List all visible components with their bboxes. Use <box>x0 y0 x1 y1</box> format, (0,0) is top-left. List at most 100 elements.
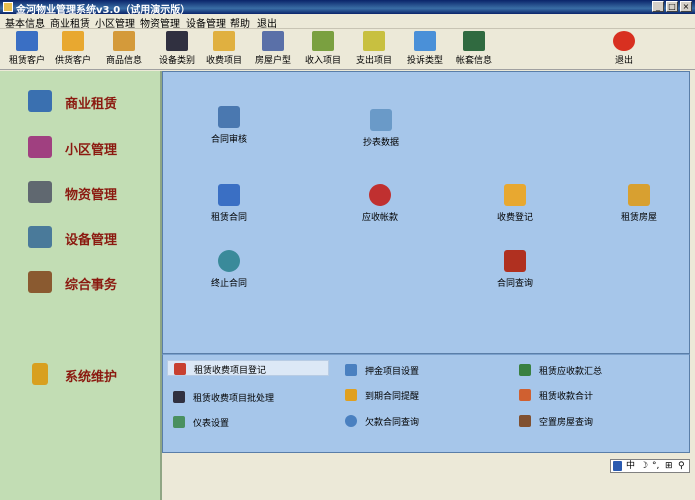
item-label: 租赁房屋 <box>620 213 657 223</box>
link-label: 到期合同提醒 <box>365 392 420 402</box>
tool-expense-item[interactable]: 支出项目 <box>349 30 399 68</box>
receivable-summary-icon <box>519 364 531 376</box>
meter-data-item[interactable]: 抄表数据 <box>336 109 426 148</box>
tool-tenant-client[interactable]: 租赁客户 <box>2 30 52 68</box>
sidebar-item-materials[interactable]: 物资管理 <box>28 179 158 205</box>
receivables-icon <box>369 184 391 206</box>
sidebar-item-label: 设备管理 <box>65 233 118 248</box>
tool-label: 投诉类型 <box>406 56 443 66</box>
link-label: 空置房屋查询 <box>539 418 594 428</box>
ime-menu-icon[interactable]: ⚲ <box>678 460 685 472</box>
menu-exit[interactable]: 退出 <box>257 15 277 30</box>
lease-house-item[interactable]: 租赁房屋 <box>594 184 684 223</box>
item-label: 合同审核 <box>210 135 247 145</box>
lease-house-icon <box>628 184 650 206</box>
item-label: 终止合同 <box>210 279 247 289</box>
terminate-contract-icon <box>218 250 240 272</box>
collection-total-icon <box>519 389 531 401</box>
quick-links-panel: 租赁收费项目登记 押金项目设置 租赁应收款汇总 租赁收费项目批处理 到期合同提醒… <box>162 354 690 453</box>
menu-materials[interactable]: 物资管理 <box>140 15 180 30</box>
sidebar-item-label: 商业租赁 <box>65 97 118 112</box>
sidebar-item-label: 物资管理 <box>65 188 118 203</box>
ime-chinese-mode[interactable]: 中 <box>626 460 635 472</box>
menu-help[interactable]: 帮助 <box>230 15 250 30</box>
ime-halfwidth-icon[interactable]: ☽ <box>640 460 648 472</box>
materials-icon <box>28 181 52 203</box>
menu-basic-info[interactable]: 基本信息 <box>5 15 45 30</box>
tool-complaint-type[interactable]: 投诉类型 <box>400 30 450 68</box>
sidebar-item-general-affairs[interactable]: 综合事务 <box>28 269 158 295</box>
house-type-icon <box>262 31 284 51</box>
tool-label: 供货客户 <box>54 56 91 66</box>
equipment-category-icon <box>166 31 188 51</box>
fee-register-icon <box>174 363 186 375</box>
tool-label: 退出 <box>614 56 633 66</box>
charge-register-icon <box>504 184 526 206</box>
tool-label: 收入项目 <box>304 56 341 66</box>
ime-punctuation-icon[interactable]: °, <box>652 460 659 472</box>
link-label: 租赁收费项目批处理 <box>193 394 275 404</box>
contract-review-item[interactable]: 合同审核 <box>184 106 274 145</box>
contract-review-icon <box>218 106 240 128</box>
tool-label: 收费项目 <box>205 56 242 66</box>
tool-exit[interactable]: 退出 <box>599 30 649 68</box>
complaint-type-icon <box>414 31 436 51</box>
ime-toolbar[interactable]: 中 ☽ °, ⊞ ⚲ <box>610 459 690 473</box>
menu-commercial-lease[interactable]: 商业租赁 <box>50 15 90 30</box>
meter-setting-icon <box>173 416 185 428</box>
key-icon <box>32 363 48 385</box>
lease-contract-item[interactable]: 租赁合同 <box>184 184 274 223</box>
expense-item-icon <box>363 31 385 51</box>
status-area: 中 ☽ °, ⊞ ⚲ <box>162 453 690 500</box>
sidebar-item-label: 小区管理 <box>65 143 118 158</box>
sidebar-item-community[interactable]: 小区管理 <box>28 134 158 160</box>
community-icon <box>28 136 52 158</box>
link-label: 租赁收费项目登记 <box>194 366 267 376</box>
link-label: 押金项目设置 <box>365 367 420 377</box>
sidebar-item-commercial-lease[interactable]: 商业租赁 <box>28 88 158 114</box>
general-affairs-icon <box>28 271 52 293</box>
main-panel: 合同审核 抄表数据 租赁合同 应收帐款 收费登记 租赁房屋 终止合同 合同查询 <box>162 71 690 354</box>
tool-supplier-client[interactable]: 供货客户 <box>48 30 98 68</box>
fee-register-link[interactable]: 租赁收费项目登记 <box>167 360 329 376</box>
app-icon <box>3 2 13 12</box>
equipment-icon <box>28 226 52 248</box>
title-bar: 金河物业管理系统v3.0（试用演示版） _ □ × <box>0 0 695 16</box>
tool-house-type[interactable]: 房屋户型 <box>248 30 298 68</box>
ime-keyboard-icon[interactable]: ⊞ <box>665 460 673 472</box>
sidebar-item-label: 系统维护 <box>65 370 118 385</box>
tool-label: 租赁客户 <box>8 56 45 66</box>
terminate-contract-item[interactable]: 终止合同 <box>184 250 274 289</box>
toolbar: 租赁客户 供货客户 商品信息 设备类别 收费项目 房屋户型 收入项目 支出项目 … <box>0 29 695 70</box>
tool-equipment-category[interactable]: 设备类别 <box>152 30 202 68</box>
ime-logo-icon <box>613 461 622 471</box>
deposit-setting-icon <box>345 364 357 376</box>
menu-equipment[interactable]: 设备管理 <box>186 15 226 30</box>
tool-charge-item[interactable]: 收费项目 <box>199 30 249 68</box>
tool-income-item[interactable]: 收入项目 <box>298 30 348 68</box>
close-button[interactable]: × <box>680 1 692 12</box>
sidebar-item-system-maintenance[interactable]: 系统维护 <box>28 361 158 387</box>
expiry-reminder-icon <box>345 389 357 401</box>
item-label: 合同查询 <box>496 279 533 289</box>
link-label: 仪表设置 <box>193 419 230 429</box>
tool-label: 房屋户型 <box>254 56 291 66</box>
link-label: 租赁收款合计 <box>539 392 594 402</box>
tool-account-set[interactable]: 帐套信息 <box>449 30 499 68</box>
product-info-icon <box>113 31 135 51</box>
lease-contract-icon <box>218 184 240 206</box>
minimize-button[interactable]: _ <box>652 1 664 12</box>
tool-label: 支出项目 <box>355 56 392 66</box>
commercial-lease-icon <box>28 90 52 112</box>
menu-community[interactable]: 小区管理 <box>95 15 135 30</box>
sidebar-item-equipment[interactable]: 设备管理 <box>28 224 158 250</box>
exit-icon <box>613 31 635 51</box>
item-label: 抄表数据 <box>362 138 399 148</box>
item-label: 租赁合同 <box>210 213 247 223</box>
maximize-button[interactable]: □ <box>666 1 678 12</box>
charge-register-item[interactable]: 收费登记 <box>470 184 560 223</box>
tool-product-info[interactable]: 商品信息 <box>99 30 149 68</box>
contract-query-item[interactable]: 合同查询 <box>470 250 560 289</box>
receivables-item[interactable]: 应收帐款 <box>335 184 425 223</box>
income-item-icon <box>312 31 334 51</box>
